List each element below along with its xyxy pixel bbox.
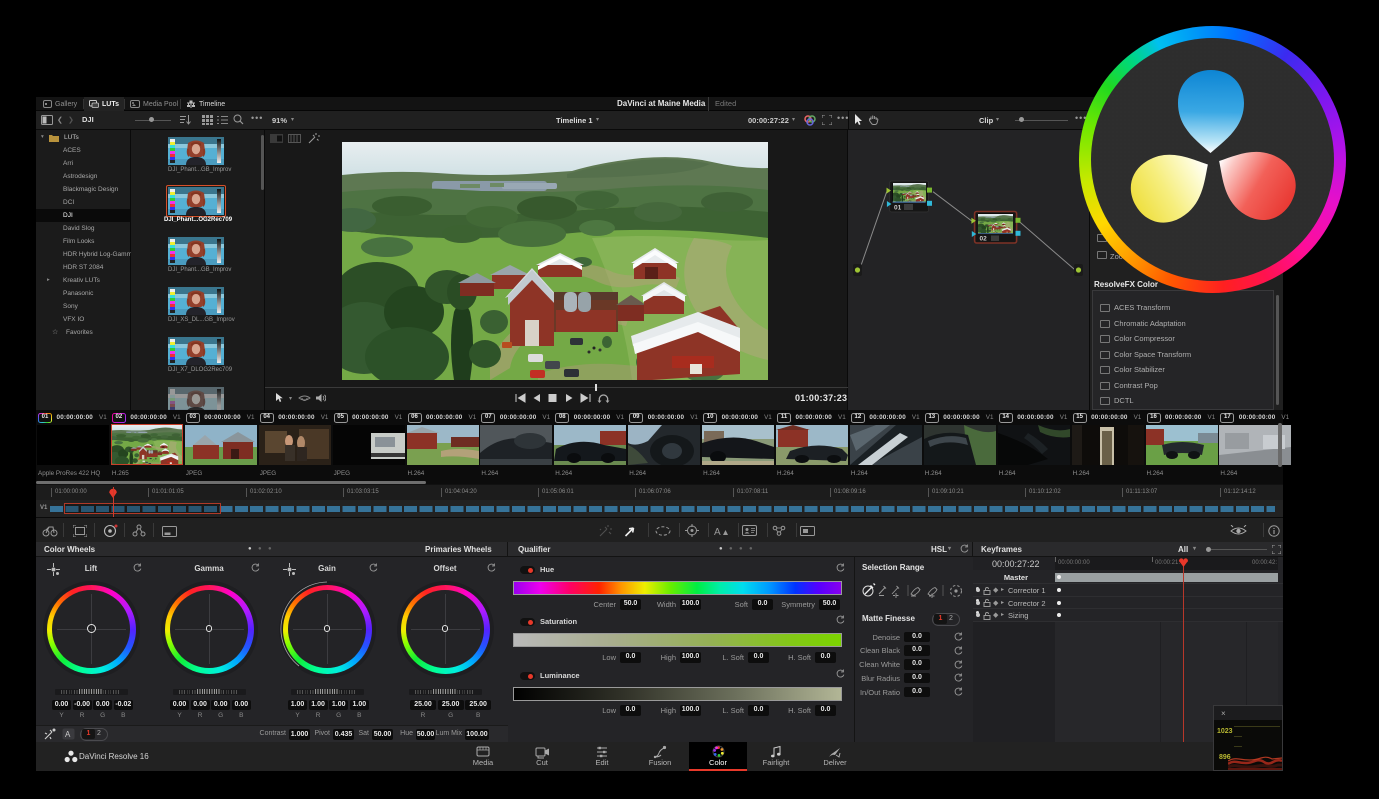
svg-text:A: A [65, 730, 71, 739]
